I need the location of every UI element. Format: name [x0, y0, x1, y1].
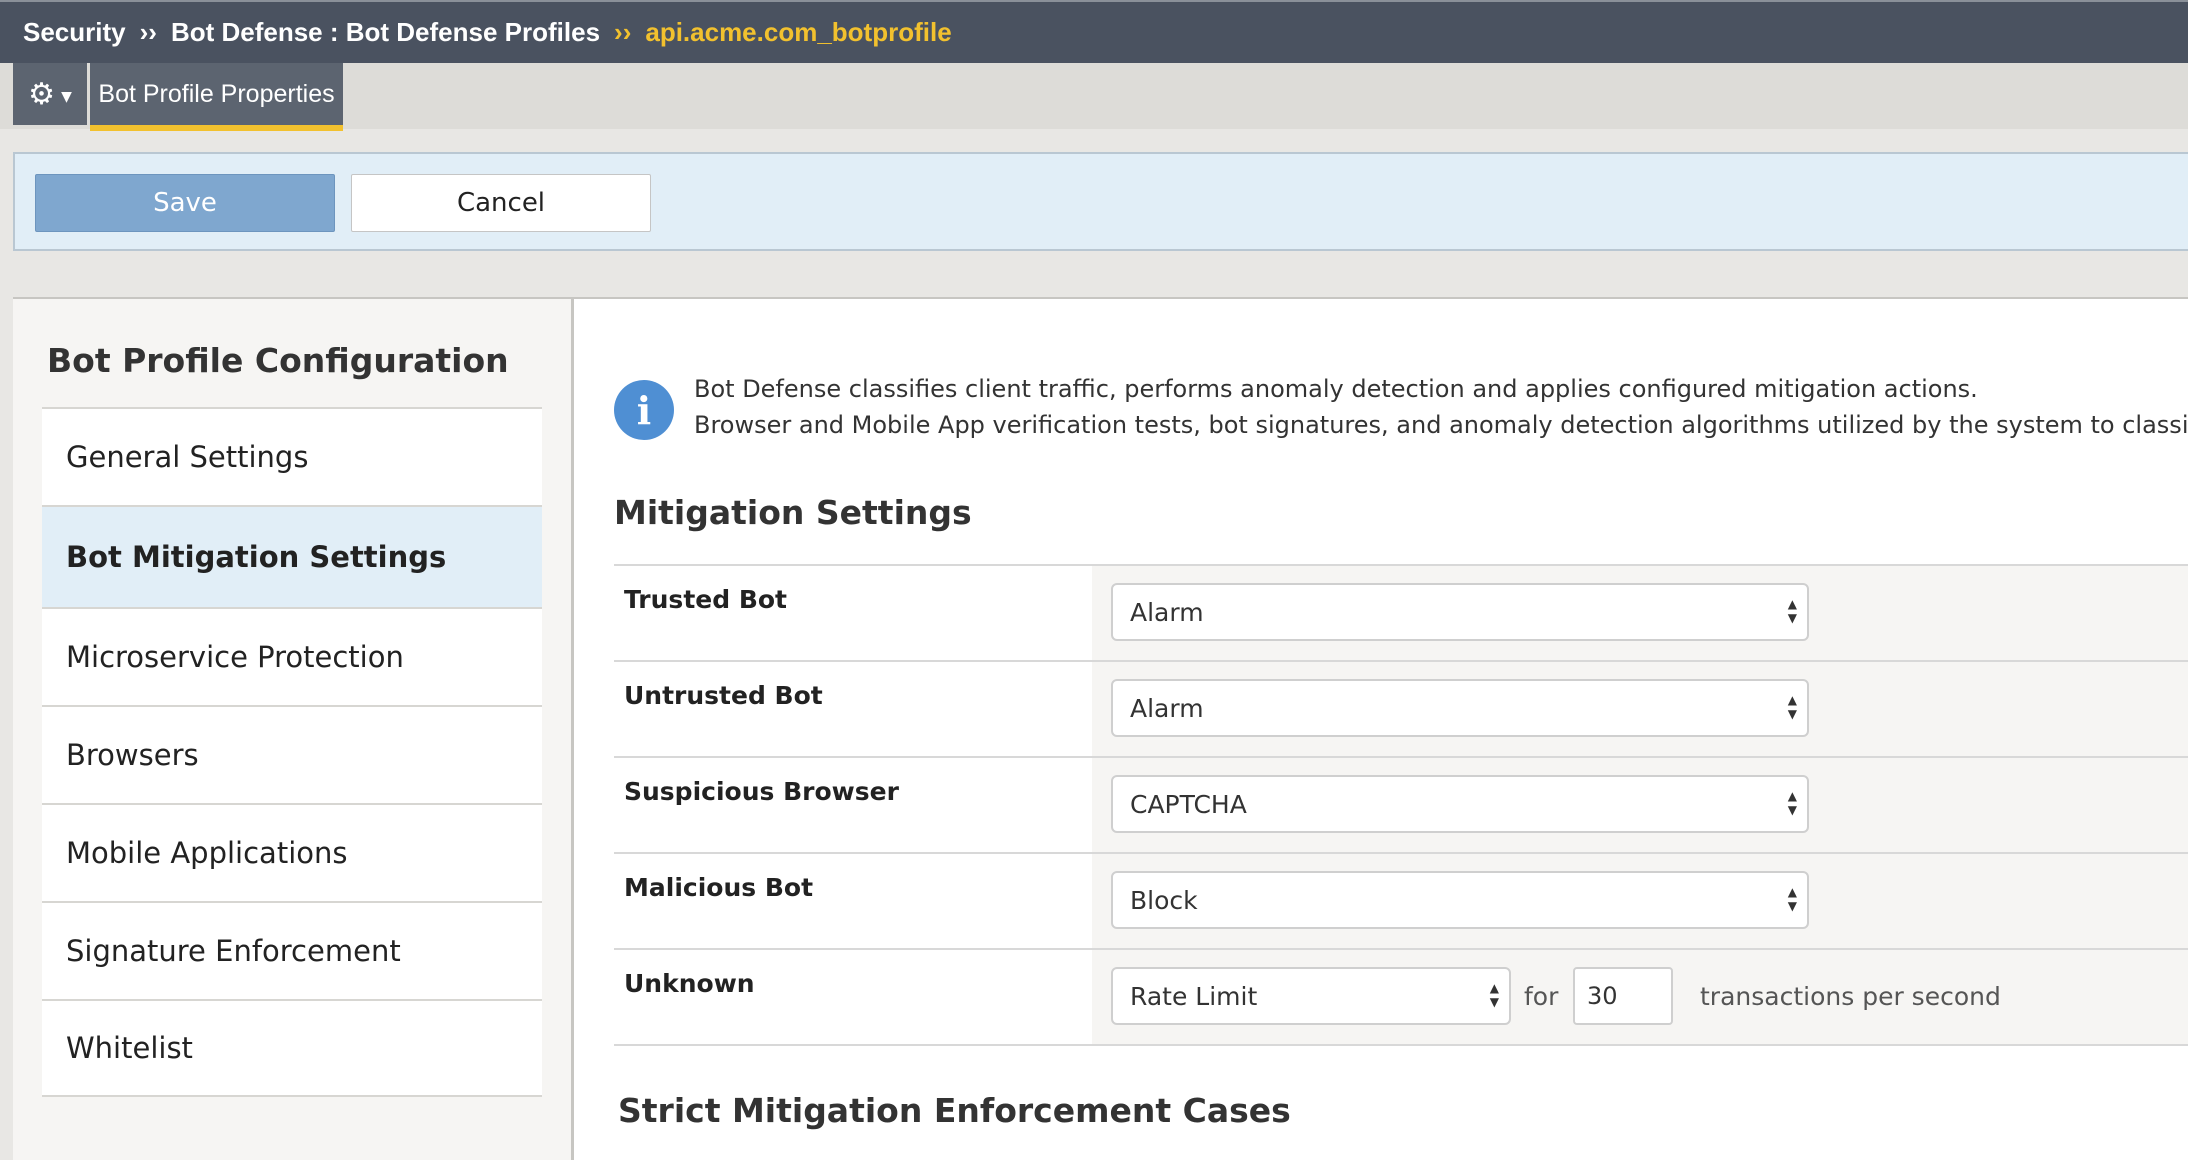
sidebar-item-general-settings[interactable]: General Settings	[42, 407, 542, 505]
info-line: Bot Defense classifies client traffic, p…	[694, 375, 1978, 403]
breadcrumb-current: api.acme.com_botprofile	[645, 17, 952, 47]
row-label: Untrusted Bot	[624, 681, 823, 710]
breadcrumb-separator: ››	[139, 17, 157, 47]
save-button[interactable]: Save	[35, 174, 335, 232]
settings-row-unknown: Unknown Rate Limit ▲▼ for transactions p…	[614, 950, 2188, 1046]
settings-row-malicious-bot: Malicious Bot Block ▲ ▼	[614, 854, 2188, 950]
select-value: CAPTCHA	[1130, 789, 1247, 819]
breadcrumb-separator: ››	[614, 17, 632, 47]
main-panel: i Bot Defense classifies client traffic,…	[574, 299, 2188, 1160]
breadcrumb-security[interactable]: Security	[23, 17, 126, 48]
select-arrows-icon: ▲ ▼	[1787, 597, 1797, 625]
sidebar-item-mobile-applications[interactable]: Mobile Applications	[42, 803, 542, 901]
settings-row-trusted-bot: Trusted Bot Alarm ▲ ▼	[614, 566, 2188, 662]
sidebar-item-bot-mitigation-settings[interactable]: Bot Mitigation Settings	[42, 505, 542, 607]
info-message: Bot Defense classifies client traffic, p…	[694, 371, 2188, 443]
sidebar-item-whitelist[interactable]: Whitelist	[42, 999, 542, 1097]
chevron-down-icon: ▼	[61, 89, 72, 105]
sidebar-item-signature-enforcement[interactable]: Signature Enforcement	[42, 901, 542, 999]
sidebar-title: Bot Profile Configuration	[47, 341, 509, 380]
sidebar-item-microservice-protection[interactable]: Microservice Protection	[42, 607, 542, 705]
select-value: Alarm	[1130, 597, 1204, 627]
cancel-button[interactable]: Cancel	[351, 174, 651, 232]
info-icon: i	[614, 380, 674, 440]
mitigation-settings-table: Trusted Bot Alarm ▲ ▼ Untrusted Bot Alarm…	[614, 564, 2188, 1046]
row-label: Unknown	[624, 969, 755, 998]
action-bar: Save Cancel	[13, 152, 2188, 251]
select-arrows-icon: ▲ ▼	[1489, 981, 1499, 1009]
row-label: Suspicious Browser	[624, 777, 899, 806]
sidebar: Bot Profile Configuration General Settin…	[13, 299, 571, 1160]
sidebar-nav: General Settings Bot Mitigation Settings…	[42, 407, 542, 1097]
suspicious-browser-select[interactable]: CAPTCHA ▲ ▼	[1111, 775, 1809, 833]
select-arrows-icon: ▲ ▼	[1787, 693, 1797, 721]
settings-row-suspicious-browser: Suspicious Browser CAPTCHA ▲ ▼	[614, 758, 2188, 854]
select-arrows-icon: ▲ ▼	[1787, 885, 1797, 913]
tab-bot-profile-properties[interactable]: Bot Profile Properties	[90, 63, 343, 131]
row-label: Trusted Bot	[624, 585, 788, 614]
malicious-bot-select[interactable]: Block ▲ ▼	[1111, 871, 1809, 929]
untrusted-bot-select[interactable]: Alarm ▲ ▼	[1111, 679, 1809, 737]
gear-menu-button[interactable]: ⚙ ▼	[13, 63, 87, 125]
rate-limit-input[interactable]	[1573, 967, 1673, 1025]
section-title-strict-mitigation: Strict Mitigation Enforcement Cases	[618, 1091, 1291, 1130]
rate-unit-label: transactions per second	[1700, 982, 2001, 1011]
select-value: Rate Limit	[1130, 981, 1258, 1011]
select-value: Block	[1130, 885, 1198, 915]
breadcrumb-bot-defense-profiles[interactable]: Bot Defense : Bot Defense Profiles	[171, 17, 600, 48]
for-label: for	[1524, 982, 1559, 1011]
section-title-mitigation: Mitigation Settings	[614, 493, 972, 532]
row-label: Malicious Bot	[624, 873, 814, 902]
unknown-select[interactable]: Rate Limit ▲ ▼	[1111, 967, 1511, 1025]
settings-row-untrusted-bot: Untrusted Bot Alarm ▲ ▼	[614, 662, 2188, 758]
info-line: Browser and Mobile App verification test…	[694, 411, 2188, 439]
gear-icon: ⚙	[28, 76, 56, 112]
select-arrows-icon: ▲ ▼	[1787, 789, 1797, 817]
tab-bar: ⚙ ▼ Bot Profile Properties	[0, 63, 2188, 131]
breadcrumb: Security ›› Bot Defense : Bot Defense Pr…	[0, 0, 2188, 63]
select-value: Alarm	[1130, 693, 1204, 723]
trusted-bot-select[interactable]: Alarm ▲ ▼	[1111, 583, 1809, 641]
sidebar-item-browsers[interactable]: Browsers	[42, 705, 542, 803]
